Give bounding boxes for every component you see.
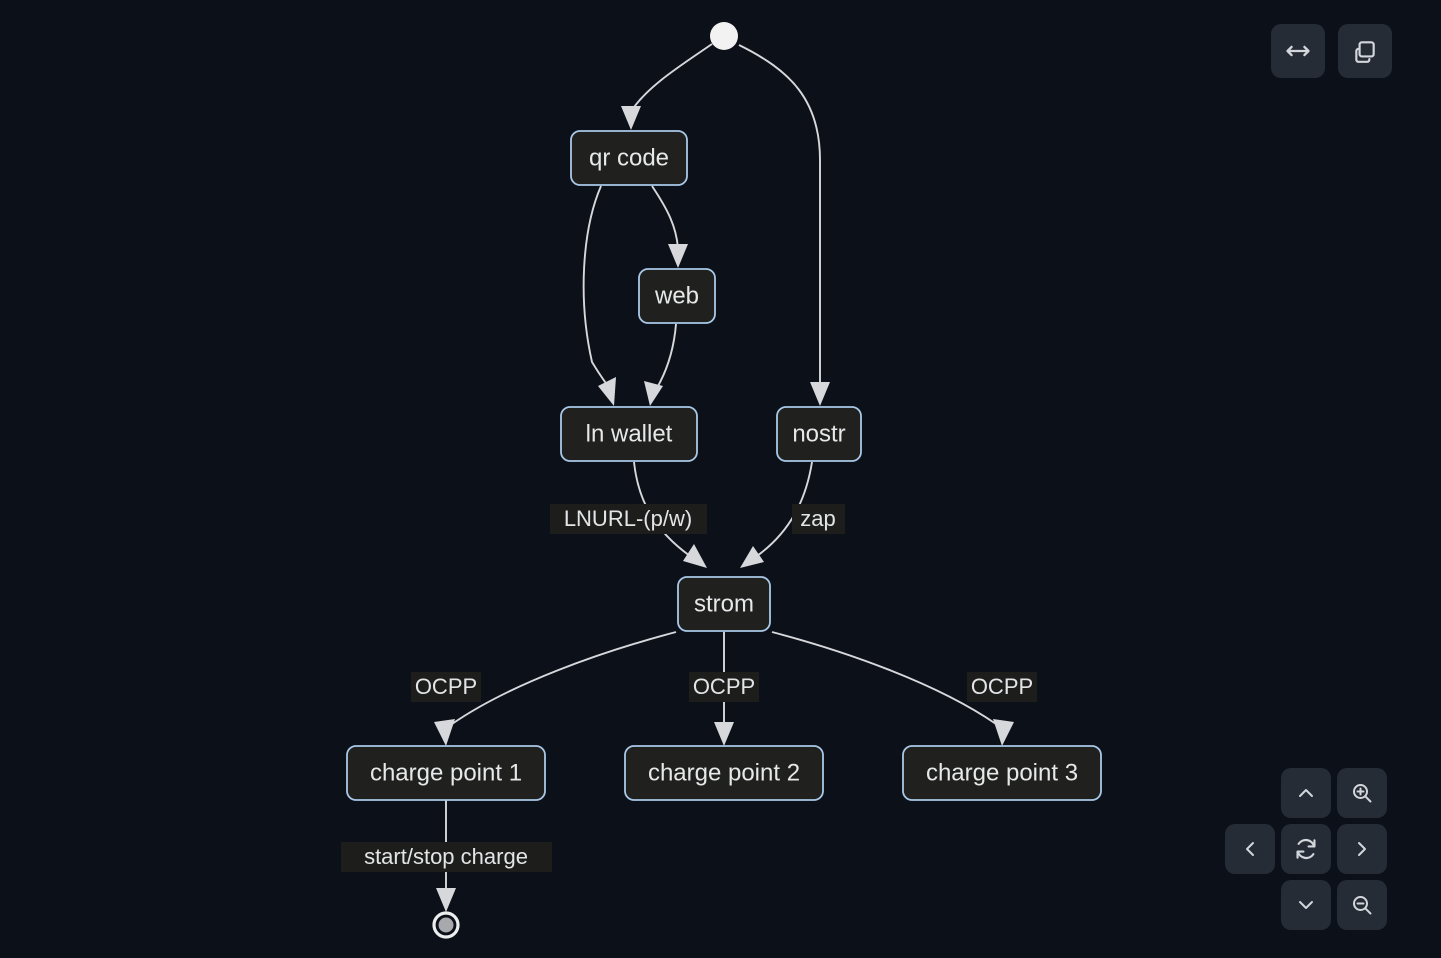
edge-label-ocpp-2: OCPP bbox=[689, 672, 759, 702]
node-strom[interactable]: strom bbox=[677, 576, 771, 632]
node-ln-wallet-label: ln wallet bbox=[586, 420, 673, 447]
chevron-down-icon bbox=[1294, 893, 1318, 917]
edge-qr-web bbox=[651, 185, 688, 268]
arrows-horizontal-icon bbox=[1284, 37, 1312, 65]
edge-label-zap: zap bbox=[792, 504, 845, 534]
zoom-out-button[interactable] bbox=[1337, 880, 1387, 930]
chevron-right-icon bbox=[1350, 837, 1374, 861]
node-qr-code-label: qr code bbox=[589, 144, 669, 171]
edge-qr-lnwallet bbox=[582, 185, 616, 406]
pan-down-button[interactable] bbox=[1281, 880, 1331, 930]
node-charge-point-2-label: charge point 2 bbox=[648, 759, 800, 786]
edge-label-ocpp-3-text: OCPP bbox=[971, 674, 1033, 699]
node-layer: qr code web ln wallet nostr strom charge… bbox=[346, 22, 1102, 939]
node-charge-point-3-label: charge point 3 bbox=[926, 759, 1078, 786]
copy-icon bbox=[1352, 38, 1378, 64]
diagram-canvas[interactable]: LNURL-(p/w) zap OCPP OCPP OCPP start/sto… bbox=[0, 0, 1441, 958]
diagram-viewer: LNURL-(p/w) zap OCPP OCPP OCPP start/sto… bbox=[0, 0, 1441, 958]
pan-left-button[interactable] bbox=[1225, 824, 1275, 874]
node-strom-label: strom bbox=[694, 590, 754, 617]
node-start[interactable] bbox=[710, 22, 738, 50]
refresh-icon bbox=[1293, 836, 1319, 862]
node-charge-point-2[interactable]: charge point 2 bbox=[624, 745, 824, 801]
node-charge-point-1[interactable]: charge point 1 bbox=[346, 745, 546, 801]
duplicate-button[interactable] bbox=[1338, 24, 1392, 78]
reset-view-button[interactable] bbox=[1281, 824, 1331, 874]
edge-start-nostr bbox=[738, 44, 830, 406]
chevron-left-icon bbox=[1238, 837, 1262, 861]
node-web-label: web bbox=[654, 282, 699, 309]
node-nostr-label: nostr bbox=[792, 420, 845, 447]
node-ln-wallet[interactable]: ln wallet bbox=[560, 406, 698, 462]
magnifier-plus-icon bbox=[1350, 781, 1374, 805]
edge-label-startstop-text: start/stop charge bbox=[364, 844, 528, 869]
edge-label-lnurl-text: LNURL-(p/w) bbox=[564, 506, 692, 531]
zoom-in-button[interactable] bbox=[1337, 768, 1387, 818]
node-end[interactable] bbox=[432, 911, 460, 939]
node-web[interactable]: web bbox=[638, 268, 716, 324]
node-charge-point-3[interactable]: charge point 3 bbox=[902, 745, 1102, 801]
fit-width-button[interactable] bbox=[1271, 24, 1325, 78]
edge-label-lnurl: LNURL-(p/w) bbox=[550, 504, 707, 534]
edge-label-ocpp-1: OCPP bbox=[411, 672, 481, 702]
edge-label-startstop: start/stop charge bbox=[341, 842, 552, 872]
edge-label-ocpp-1-text: OCPP bbox=[415, 674, 477, 699]
edge-web-lnwallet bbox=[644, 323, 677, 406]
node-qr-code[interactable]: qr code bbox=[570, 130, 688, 186]
edge-label-zap-text: zap bbox=[800, 506, 835, 531]
magnifier-minus-icon bbox=[1350, 893, 1374, 917]
chevron-up-icon bbox=[1294, 781, 1318, 805]
node-nostr[interactable]: nostr bbox=[776, 406, 862, 462]
node-charge-point-1-label: charge point 1 bbox=[370, 759, 522, 786]
pan-right-button[interactable] bbox=[1337, 824, 1387, 874]
edge-start-qr bbox=[621, 43, 713, 130]
pan-up-button[interactable] bbox=[1281, 768, 1331, 818]
edge-label-ocpp-2-text: OCPP bbox=[693, 674, 755, 699]
edge-label-ocpp-3: OCPP bbox=[967, 672, 1037, 702]
